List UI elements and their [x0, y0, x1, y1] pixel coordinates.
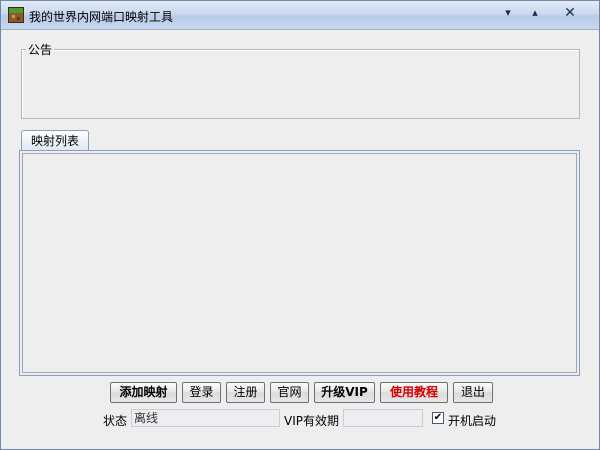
register-button[interactable]: 注册 [226, 382, 265, 403]
title-bar[interactable]: 我的世界内网端口映射工具 ▾ ▴ ✕ [1, 1, 599, 30]
notice-panel: 公告 [21, 41, 580, 119]
vip-expiry-field [343, 409, 423, 427]
official-site-button[interactable]: 官网 [270, 382, 309, 403]
mapping-list[interactable] [22, 153, 577, 373]
mapping-list-panel [19, 150, 580, 376]
status-field: 离线 [131, 409, 280, 427]
autostart-label[interactable]: 开机启动 [448, 412, 496, 430]
close-icon[interactable]: ✕ [557, 3, 583, 23]
status-label: 状态 [103, 414, 128, 428]
main-content: 公告 映射列表 添加映射 登录 注册 官网 升级VIP 使用教程 退出 状态 离… [1, 30, 599, 449]
exit-button[interactable]: 退出 [453, 382, 493, 403]
notice-legend: 公告 [26, 41, 55, 58]
app-window: 我的世界内网端口映射工具 ▾ ▴ ✕ 公告 映射列表 添加映射 登录 注册 官网… [0, 0, 600, 450]
add-mapping-button[interactable]: 添加映射 [110, 382, 177, 403]
tutorial-button[interactable]: 使用教程 [380, 382, 448, 403]
upgrade-vip-button[interactable]: 升级VIP [314, 382, 375, 403]
login-button[interactable]: 登录 [182, 382, 221, 403]
tab-mapping-list[interactable]: 映射列表 [21, 130, 89, 150]
autostart-checkbox[interactable]: ✔ [432, 412, 444, 424]
vip-expiry-label: VIP有效期 [284, 414, 339, 428]
minimize-icon[interactable]: ▴ [522, 3, 548, 23]
minecraft-block-icon [8, 7, 24, 23]
menu-dropdown-icon[interactable]: ▾ [495, 3, 521, 23]
window-title: 我的世界内网端口映射工具 [29, 10, 174, 24]
